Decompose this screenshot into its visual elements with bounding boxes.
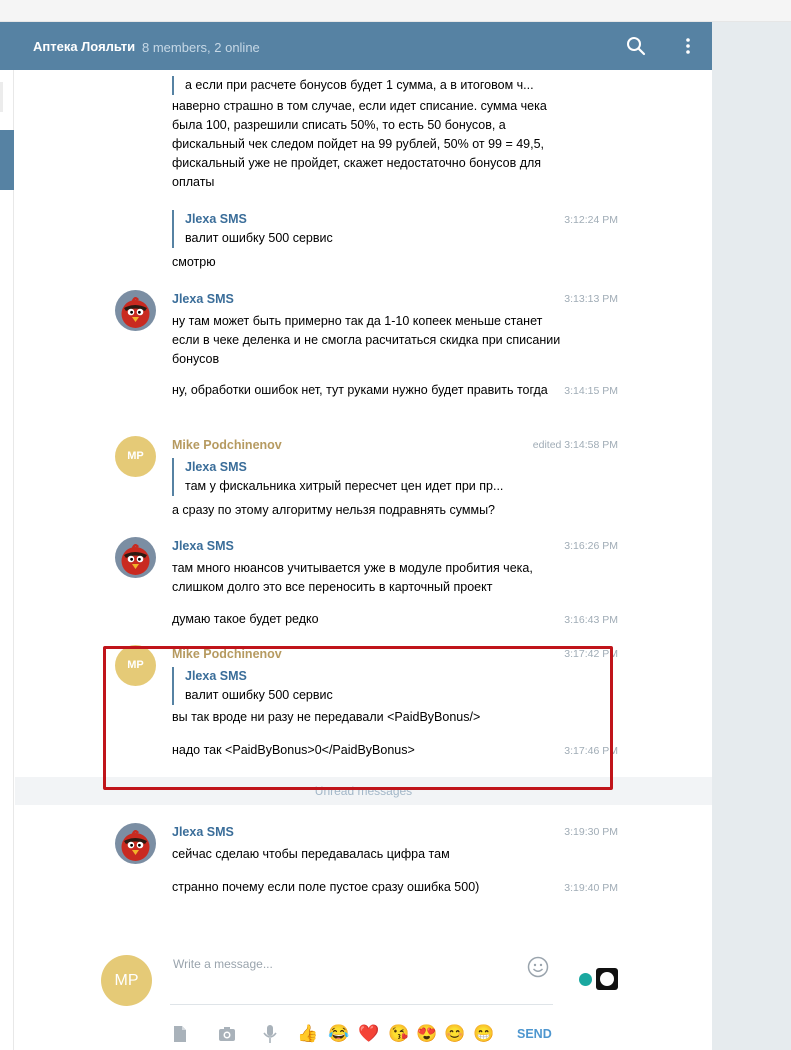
composer-avatar[interactable]: MP [101,955,152,1006]
camera-icon[interactable] [217,1024,237,1044]
message-text: ну там может быть примерно так да 1-10 к… [172,314,561,366]
right-side-panel [712,22,791,1050]
emoji-icon[interactable] [527,956,549,978]
quote-author: Jlexa SMS [185,460,247,474]
reply-quote[interactable]: Jlexa SMS там у фискальника хитрый перес… [172,458,503,496]
quote-text: там у фискальника хитрый пересчет цен ид… [185,479,504,493]
file-icon[interactable] [170,1024,190,1044]
message-time: 3:12:24 PM [564,214,618,226]
online-status-icon [579,973,592,986]
reply-quote[interactable]: Jlexa SMS валит ошибку 500 сервис [172,210,333,248]
grimace-emoji[interactable]: 😁 [473,1024,494,1044]
message-text: наверно страшно в том случае, если идет … [172,99,547,189]
input-underline [170,1004,553,1005]
send-button[interactable]: SEND [517,1027,552,1041]
heart-eyes-emoji[interactable]: 😍 [416,1024,437,1044]
more-vertical-icon[interactable] [678,36,698,56]
thumbs-up-emoji[interactable]: 👍 [297,1024,318,1044]
message-text: сейчас сделаю чтобы передавалась цифра т… [172,847,450,861]
tears-of-joy-emoji[interactable]: 😂 [328,1024,349,1044]
quote-text: валит ошибку 500 сервис [185,231,333,245]
sender-name[interactable]: Jlexa SMS [172,539,234,553]
chat-list-item[interactable] [0,82,3,112]
sender-name[interactable]: Jlexa SMS [172,825,234,839]
reply-quote[interactable]: а если при расчете бонусов будет 1 сумма… [172,76,534,95]
chat-list-item-selected[interactable] [0,130,14,190]
message-time: 3:19:30 PM [564,826,618,838]
composer-toolbar: 👍 😂 ❤️ 😘 😍 😊 😁 [170,1024,560,1046]
message-time: 3:16:43 PM [564,614,618,626]
avatar-angry-bird[interactable] [115,537,156,578]
chat-header: Аптека Лояльти 8 members, 2 online [0,22,712,70]
avatar-angry-bird[interactable] [115,290,156,331]
heart-emoji[interactable]: ❤️ [358,1024,379,1044]
message-time: 3:13:13 PM [564,293,618,305]
chat-list-edge [0,70,14,1050]
avatar[interactable]: MP [115,436,156,477]
message-time: 3:14:15 PM [564,385,618,397]
chat-members-status[interactable]: 8 members, 2 online [142,40,260,55]
message-input[interactable]: Write a message... [173,957,513,971]
sender-name[interactable]: Mike Podchinenov [172,438,282,452]
chat-title[interactable]: Аптека Лояльти [33,39,135,54]
message-time: 3:16:26 PM [564,540,618,552]
highlight-annotation [103,646,613,790]
sender-name[interactable]: Jlexa SMS [172,292,234,306]
search-icon[interactable] [626,36,646,56]
quote-author: Jlexa SMS [185,212,247,226]
smile-emoji[interactable]: 😊 [444,1024,465,1044]
message-text: думаю такое будет редко [172,612,319,626]
message-time: 3:19:40 PM [564,882,618,894]
browser-top-strip [0,0,791,22]
microphone-icon[interactable] [260,1024,280,1044]
message-text: там много нюансов учитывается уже в моду… [172,561,533,594]
message-time: edited 3:14:58 PM [532,439,618,451]
message-text: а сразу по этому алгоритму нельзя подрав… [172,503,496,517]
quote-text: а если при расчете бонусов будет 1 сумма… [185,78,534,92]
message-text: ну, обработки ошибок нет, тут руками нуж… [172,383,548,397]
message-text: странно почему если поле пустое сразу ош… [172,880,480,894]
kiss-emoji[interactable]: 😘 [388,1024,409,1044]
record-toggle-icon[interactable] [596,968,618,990]
avatar-angry-bird[interactable] [115,823,156,864]
message-history[interactable]: а если при расчете бонусов будет 1 сумма… [15,70,712,1050]
message-text: смотрю [172,255,216,269]
